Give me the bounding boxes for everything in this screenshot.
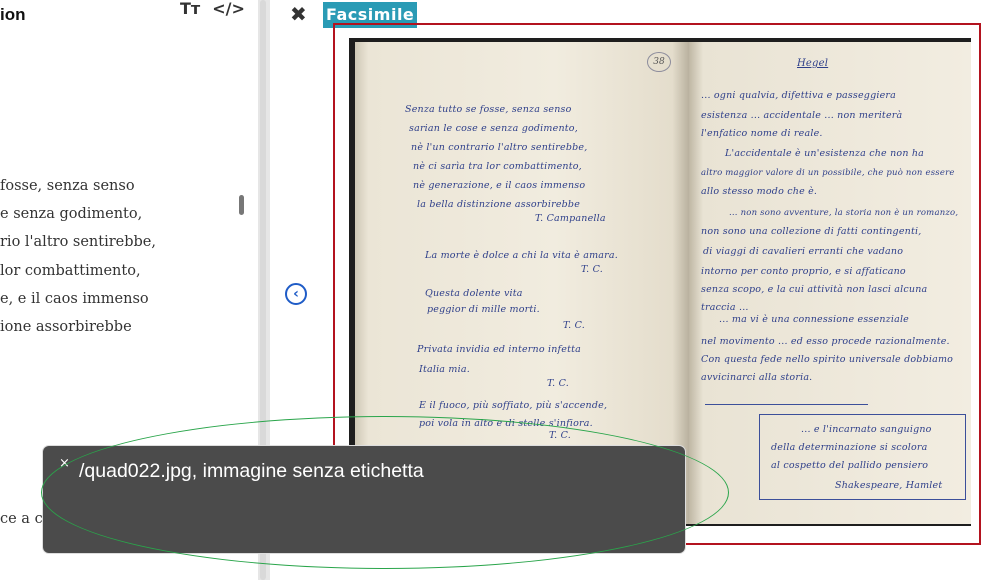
poem-line: e senza godimento,	[0, 206, 143, 223]
poem-text: fosse, senza senso e senza godimento, ri…	[0, 178, 156, 347]
pane-toolbar: Tт </>	[180, 0, 245, 18]
code-icon[interactable]: </>	[212, 0, 245, 18]
poem-line: e, e il caos immenso	[0, 290, 149, 307]
poem-line: lor combattimento,	[0, 262, 141, 279]
close-icon[interactable]: ✖	[290, 2, 307, 26]
poem-line: ione assorbirebbe	[0, 318, 132, 335]
poem-line: fosse, senza senso	[0, 178, 135, 194]
tooltip-highlight-ellipse	[41, 416, 729, 569]
poem-line: rio l'altro sentirebbe,	[0, 234, 157, 251]
text-size-icon[interactable]: Tт	[180, 0, 200, 18]
prev-page-icon[interactable]: ‹	[285, 283, 307, 305]
scrollbar-thumb[interactable]	[239, 195, 244, 215]
pane-title: ion	[0, 5, 26, 24]
